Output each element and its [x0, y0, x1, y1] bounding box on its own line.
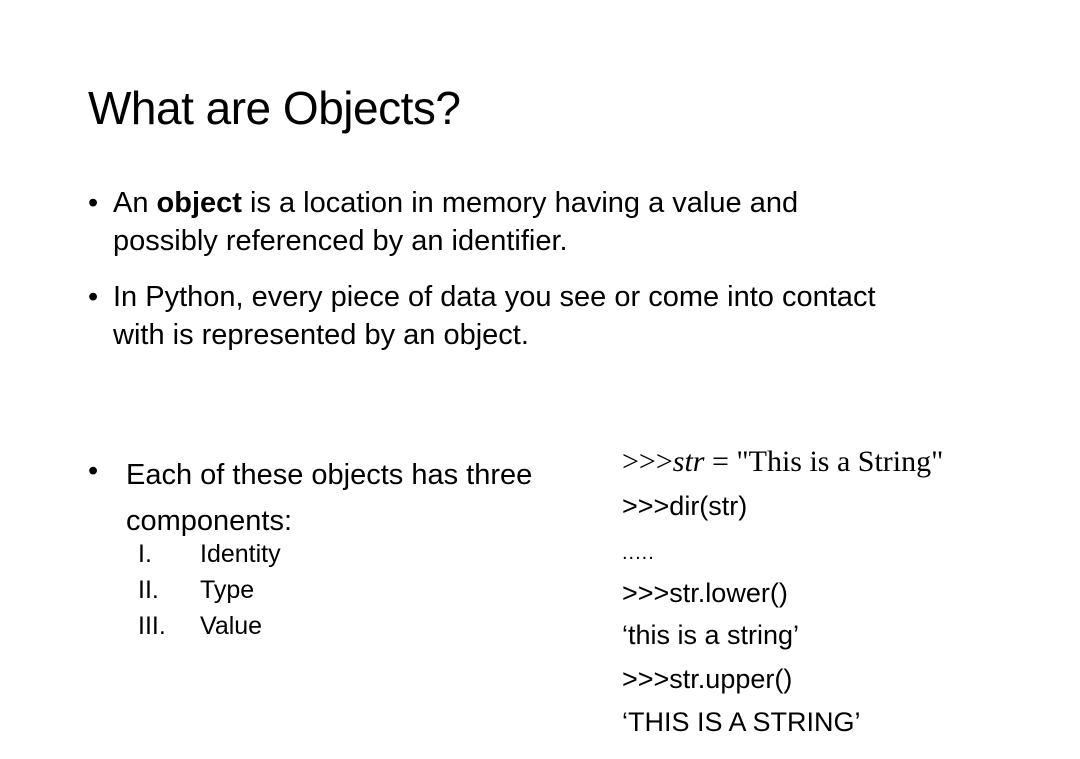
- code-assign-value: = "This is a String": [704, 445, 944, 478]
- list-item-value: III. Value: [138, 608, 262, 644]
- code-line-upper-output: ‘THIS IS A STRING’: [622, 707, 861, 737]
- list-label: Type: [200, 576, 255, 604]
- list-label: Value: [200, 612, 263, 640]
- bold-term: object: [156, 187, 242, 219]
- bullet-text: An object is a location in memory having…: [113, 184, 798, 260]
- list-item-identity: I. Identity: [138, 536, 281, 572]
- code-line-upper: >>>str.upper(): [622, 664, 793, 694]
- slide: What are Objects? • An object is a locat…: [0, 0, 1080, 759]
- code-prompt: >>>: [622, 445, 673, 478]
- bullet-text: Each of these objects has three componen…: [126, 452, 532, 544]
- bullet-dot: •: [88, 187, 99, 219]
- bullet-text: In Python, every piece of data you see o…: [113, 278, 876, 354]
- slide-title: What are Objects?: [88, 82, 461, 134]
- code-variable: str: [672, 445, 705, 478]
- bullet-dot: •: [88, 281, 99, 313]
- list-numeral: III.: [138, 612, 166, 640]
- code-line-assign: >>>str = "This is a String": [622, 445, 943, 479]
- text-suffix: is a location in memory having a value a…: [241, 187, 799, 219]
- code-line-dir: >>>dir(str): [622, 491, 748, 521]
- bullet-dot: •: [88, 455, 99, 487]
- bullet-line: with is represented by an object.: [113, 319, 529, 351]
- list-label: Identity: [200, 540, 281, 568]
- code-line-lower: >>>str.lower(): [622, 578, 788, 608]
- list-numeral: I.: [138, 540, 152, 568]
- code-line-lower-output: ‘this is a string’: [622, 620, 800, 650]
- text-prefix: An: [113, 187, 157, 219]
- bullet-line: In Python, every piece of data you see o…: [113, 281, 876, 313]
- list-numeral: II.: [138, 576, 159, 604]
- bullet-line: possibly referenced by an identifier.: [113, 225, 568, 257]
- bullet-line: An object is a location in memory having…: [113, 184, 798, 222]
- code-line-ellipsis: .....: [622, 542, 655, 564]
- bullet-line: Each of these objects has three: [126, 459, 533, 491]
- list-item-type: II. Type: [138, 572, 254, 608]
